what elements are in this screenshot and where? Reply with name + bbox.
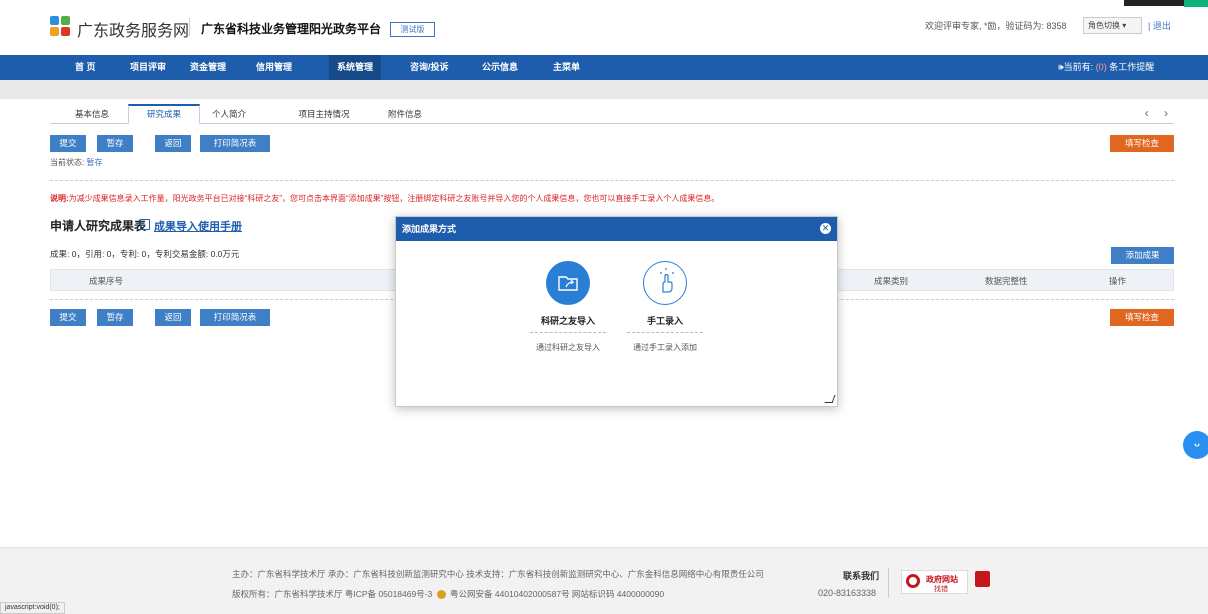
- option-desc: 通过手工录入添加: [633, 343, 697, 352]
- back-button-bottom[interactable]: 返回: [155, 309, 191, 326]
- col-actions: 操作: [1109, 276, 1127, 286]
- tab-profile[interactable]: 个人简介: [207, 104, 251, 124]
- submit-button-bottom[interactable]: 提交: [50, 309, 86, 326]
- header-divider: [189, 18, 190, 36]
- footer-divider: [888, 568, 889, 598]
- gov-site-error-report-badge[interactable]: 政府网站 找错: [901, 570, 968, 594]
- notice-text: 说明:为减少成果信息录入工作量，阳光政务平台已对接“科研之友”，您可点击本界面“…: [50, 193, 719, 204]
- nav-item-system-management[interactable]: 系统管理: [329, 55, 382, 80]
- resize-handle-icon[interactable]: [824, 395, 836, 403]
- corner-green-tab: [1184, 0, 1208, 7]
- reminder-prefix: 🕪当前有:: [1058, 62, 1094, 72]
- welcome-text: 欢迎评审专家, *励，验证码为: 8358: [925, 21, 1067, 31]
- sub-nav-bar: [0, 80, 1208, 99]
- option-desc: 通过科研之友导入: [536, 343, 600, 352]
- nav-item-main-menu[interactable]: 主菜单: [553, 55, 580, 80]
- main-nav: 首 页 项目评审 资金管理 信用管理 系统管理 咨询/投诉 公示信息 主菜单 🕪…: [0, 55, 1208, 80]
- divider: [50, 180, 1174, 181]
- party-emblem-icon[interactable]: [975, 571, 990, 587]
- dialog-header: 添加成果方式 ✕: [396, 217, 837, 241]
- notice-body: 为减少成果信息录入工作量，阳光政务平台已对接“科研之友”，您可点击本界面“添加成…: [68, 194, 720, 203]
- nav-item-project-review[interactable]: 项目评审: [130, 55, 166, 80]
- save-draft-button-bottom[interactable]: 暂存: [97, 309, 133, 326]
- option-title: 科研之友导入: [530, 314, 606, 333]
- results-stats: 成果: 0，引用: 0，专利: 0，专利交易金额: 0.0万元: [50, 249, 240, 259]
- chat-assistant-icon[interactable]: ᵕ: [1183, 431, 1208, 459]
- section-title: 申请人研究成果表: [50, 219, 147, 233]
- work-reminder[interactable]: 🕪当前有: (0) 条工作提醒: [1058, 55, 1154, 80]
- close-icon[interactable]: ✕: [820, 223, 831, 234]
- nav-item-credit-management[interactable]: 信用管理: [256, 55, 292, 80]
- magnifier-icon: [906, 574, 920, 588]
- add-result-method-dialog: 添加成果方式 ✕ 科研之友导入 通过科研之友导入 手工录入 通过手工录入添加: [395, 216, 838, 407]
- badge-subtitle: 找错: [934, 586, 948, 593]
- role-switch-select[interactable]: 角色切换 ▾: [1083, 17, 1142, 34]
- submit-button[interactable]: 提交: [50, 135, 86, 152]
- fill-check-button-bottom[interactable]: 填写检查: [1110, 309, 1174, 326]
- col-data-completeness: 数据完整性: [985, 276, 1028, 286]
- fill-check-button[interactable]: 填写检查: [1110, 135, 1174, 152]
- footer: 主办：广东省科学技术厅 承办：广东省科技创新监测研究中心 技术支持：广东省科技创…: [0, 547, 1208, 614]
- corner-strip: [1124, 0, 1184, 6]
- back-button[interactable]: 返回: [155, 135, 191, 152]
- site-name[interactable]: 广东政务服务网: [77, 17, 189, 41]
- current-status: 当前状态: 暂存: [50, 157, 102, 168]
- folder-share-icon[interactable]: [546, 261, 590, 305]
- tab-attachments[interactable]: 附件信息: [385, 104, 425, 124]
- hand-tap-icon[interactable]: [643, 261, 687, 305]
- footer-icp[interactable]: 版权所有：广东省科学技术厅 粤ICP备 05018469号-3: [232, 589, 432, 599]
- tab-scroll-arrows[interactable]: ‹ ›: [1145, 106, 1174, 120]
- status-bar-url: javascript:void(0);: [0, 602, 65, 614]
- police-badge-icon: [436, 590, 446, 600]
- reminder-count: (0): [1095, 62, 1107, 72]
- nav-item-public-info[interactable]: 公示信息: [482, 55, 518, 80]
- tab-projects-hosted[interactable]: 项目主持情况: [294, 104, 354, 124]
- manual-link-label: 成果导入使用手册: [154, 221, 242, 233]
- option-kyzy-import[interactable]: 科研之友导入 通过科研之友导入: [528, 261, 608, 353]
- nav-item-home[interactable]: 首 页: [75, 55, 96, 80]
- footer-police-record[interactable]: 粤公网安备 44010402000587号 网站标识码 4400000090: [450, 589, 664, 599]
- print-summary-button[interactable]: 打印简况表: [200, 135, 270, 152]
- logout-link[interactable]: | 退出: [1148, 19, 1171, 32]
- manual-book-icon: [140, 219, 150, 230]
- tab-basic-info[interactable]: 基本信息: [70, 104, 114, 124]
- footer-organizers: 主办：广东省科学技术厅 承办：广东省科技创新监测研究中心 技术支持：广东省科技创…: [232, 569, 764, 579]
- dialog-title: 添加成果方式: [402, 224, 457, 234]
- nav-item-fund-management[interactable]: 资金管理: [190, 55, 226, 80]
- manual-link[interactable]: 成果导入使用手册: [140, 218, 242, 234]
- gd-gov-logo-icon: [50, 16, 70, 36]
- status-label: 当前状态:: [50, 158, 85, 167]
- save-draft-button[interactable]: 暂存: [97, 135, 133, 152]
- reminder-suffix: 条工作提醒: [1109, 62, 1155, 72]
- option-manual-entry[interactable]: 手工录入 通过手工录入添加: [625, 261, 705, 353]
- tab-research-results[interactable]: 研究成果: [128, 104, 200, 124]
- add-result-button[interactable]: 添加成果: [1111, 247, 1174, 264]
- option-title: 手工录入: [627, 314, 703, 333]
- test-version-badge: 测试版: [390, 22, 435, 37]
- nav-item-consult-complaint[interactable]: 咨询/投诉: [410, 55, 449, 80]
- contact-phone: 020-83163338: [818, 588, 877, 598]
- print-summary-button-bottom[interactable]: 打印简况表: [200, 309, 270, 326]
- tab-bar: 基本信息 研究成果 个人简介 项目主持情况 附件信息 ‹ ›: [50, 104, 1174, 124]
- notice-label: 说明:: [50, 194, 69, 203]
- top-header: 广东政务服务网 广东省科技业务管理阳光政务平台 测试版 欢迎评审专家, *励，验…: [0, 0, 1208, 55]
- contact-us-link[interactable]: 联系我们: [843, 569, 879, 582]
- col-result-category: 成果类别: [874, 276, 909, 286]
- col-result-no: 成果序号: [89, 276, 124, 286]
- platform-name: 广东省科技业务管理阳光政务平台: [201, 22, 382, 36]
- status-value: 暂存: [86, 158, 103, 167]
- footer-copyright: 版权所有：广东省科学技术厅 粤ICP备 05018469号-3 粤公网安备 44…: [232, 588, 664, 600]
